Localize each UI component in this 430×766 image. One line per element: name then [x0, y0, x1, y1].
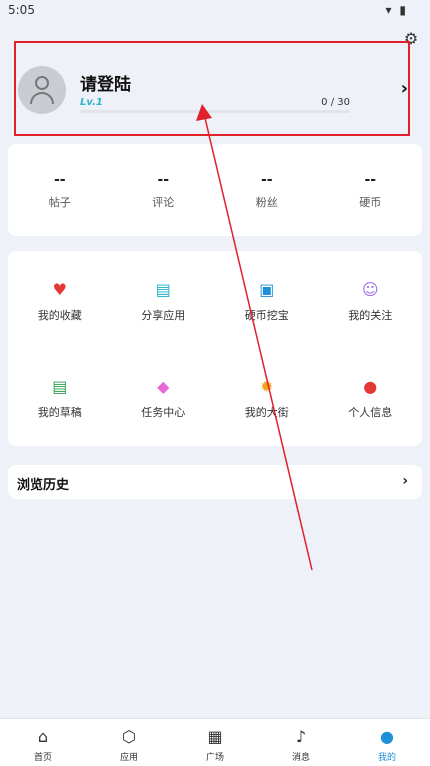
tab-label: 广场 — [205, 753, 224, 763]
bell-icon: ♪ — [295, 727, 307, 746]
stat-coins[interactable]: -- 硬币 — [319, 144, 423, 236]
chevron-right-icon[interactable]: › — [401, 78, 408, 99]
tag-icon: ◆ — [157, 377, 170, 396]
square-icon: ▦ — [207, 727, 223, 746]
user-icon: ● — [380, 727, 394, 746]
grid-item-label: 任务中心 — [141, 406, 186, 419]
treasure-icon: ▣ — [259, 280, 275, 299]
status-bar: 5:05 ▾ ▮ — [0, 0, 430, 22]
browse-history-row[interactable]: 浏览历史 › — [8, 465, 422, 499]
tab-apps[interactable]: ⬡ 应用 — [86, 719, 172, 766]
stat-label: 评论 — [152, 196, 175, 209]
tab-messages[interactable]: ♪ 消息 — [258, 719, 344, 766]
stats-card: -- 帖子 -- 评论 -- 粉丝 -- 硬币 — [8, 144, 422, 236]
grid-item-personal-info[interactable]: ● 个人信息 — [319, 348, 423, 445]
grid-item-label: 个人信息 — [348, 406, 393, 419]
stat-fans[interactable]: -- 粉丝 — [215, 144, 319, 236]
settings-gear-icon[interactable]: ⚙ — [402, 30, 420, 48]
level-progress-bar — [80, 110, 350, 113]
home-icon: ⌂ — [37, 727, 49, 746]
stat-value: -- — [364, 172, 377, 188]
stat-value: -- — [157, 172, 170, 188]
document-icon: ▤ — [155, 280, 171, 299]
tab-mine[interactable]: ● 我的 — [344, 719, 430, 766]
grid-item-share-app[interactable]: ▤ 分享应用 — [112, 251, 216, 348]
level-progress-text: 0 / 30 — [321, 97, 350, 108]
app-icon: ⬡ — [122, 727, 136, 746]
tab-label: 应用 — [119, 753, 138, 763]
stat-label: 硬币 — [359, 196, 382, 209]
grid-item-my-street[interactable]: ✹ 我的大街 — [215, 348, 319, 445]
person-icon: ● — [363, 377, 378, 396]
stat-value: -- — [53, 172, 66, 188]
grid-item-label: 硬币挖宝 — [244, 309, 289, 322]
level-badge: Lv.1 — [80, 97, 103, 108]
login-prompt[interactable]: 请登陆 — [80, 70, 131, 95]
tab-label: 消息 — [291, 753, 310, 763]
avatar-icon[interactable] — [18, 66, 66, 114]
tab-label: 我的 — [377, 753, 396, 763]
tab-label: 首页 — [33, 753, 52, 763]
tab-home[interactable]: ⌂ 首页 — [0, 719, 86, 766]
browse-history-label: 浏览历史 — [17, 478, 70, 493]
heart-icon: ♥ — [52, 280, 67, 299]
grid-item-drafts[interactable]: ▤ 我的草稿 — [8, 348, 112, 445]
profile-header[interactable]: 请登陆 Lv.1 0 / 30 › — [8, 48, 414, 138]
grid-item-label: 分享应用 — [141, 309, 186, 322]
followers-icon: ☺ — [361, 280, 379, 299]
grid-item-task-center[interactable]: ◆ 任务中心 — [112, 348, 216, 445]
bottom-tab-bar: ⌂ 首页 ⬡ 应用 ▦ 广场 ♪ 消息 ● 我的 — [0, 718, 430, 766]
feature-grid: ♥ 我的收藏 ▤ 分享应用 ▣ 硬币挖宝 ☺ 我的关注 ▤ 我的草稿 ◆ 任务中… — [8, 251, 422, 446]
stat-comments[interactable]: -- 评论 — [112, 144, 216, 236]
status-time: 5:05 — [8, 3, 35, 17]
grid-item-following[interactable]: ☺ 我的关注 — [319, 251, 423, 348]
draft-icon: ▤ — [52, 377, 68, 396]
stat-posts[interactable]: -- 帖子 — [8, 144, 112, 236]
street-icon: ✹ — [260, 377, 274, 396]
stat-label: 帖子 — [48, 196, 71, 209]
grid-item-label: 我的草稿 — [37, 406, 82, 419]
grid-item-label: 我的收藏 — [37, 309, 82, 322]
tab-square[interactable]: ▦ 广场 — [172, 719, 258, 766]
grid-item-label: 我的大街 — [244, 406, 289, 419]
grid-item-coin-treasure[interactable]: ▣ 硬币挖宝 — [215, 251, 319, 348]
chevron-right-icon: › — [402, 473, 408, 489]
status-indicators: ▾ ▮ — [385, 3, 408, 17]
stat-label: 粉丝 — [255, 196, 278, 209]
stat-value: -- — [260, 172, 273, 188]
grid-item-favorites[interactable]: ♥ 我的收藏 — [8, 251, 112, 348]
grid-item-label: 我的关注 — [348, 309, 393, 322]
